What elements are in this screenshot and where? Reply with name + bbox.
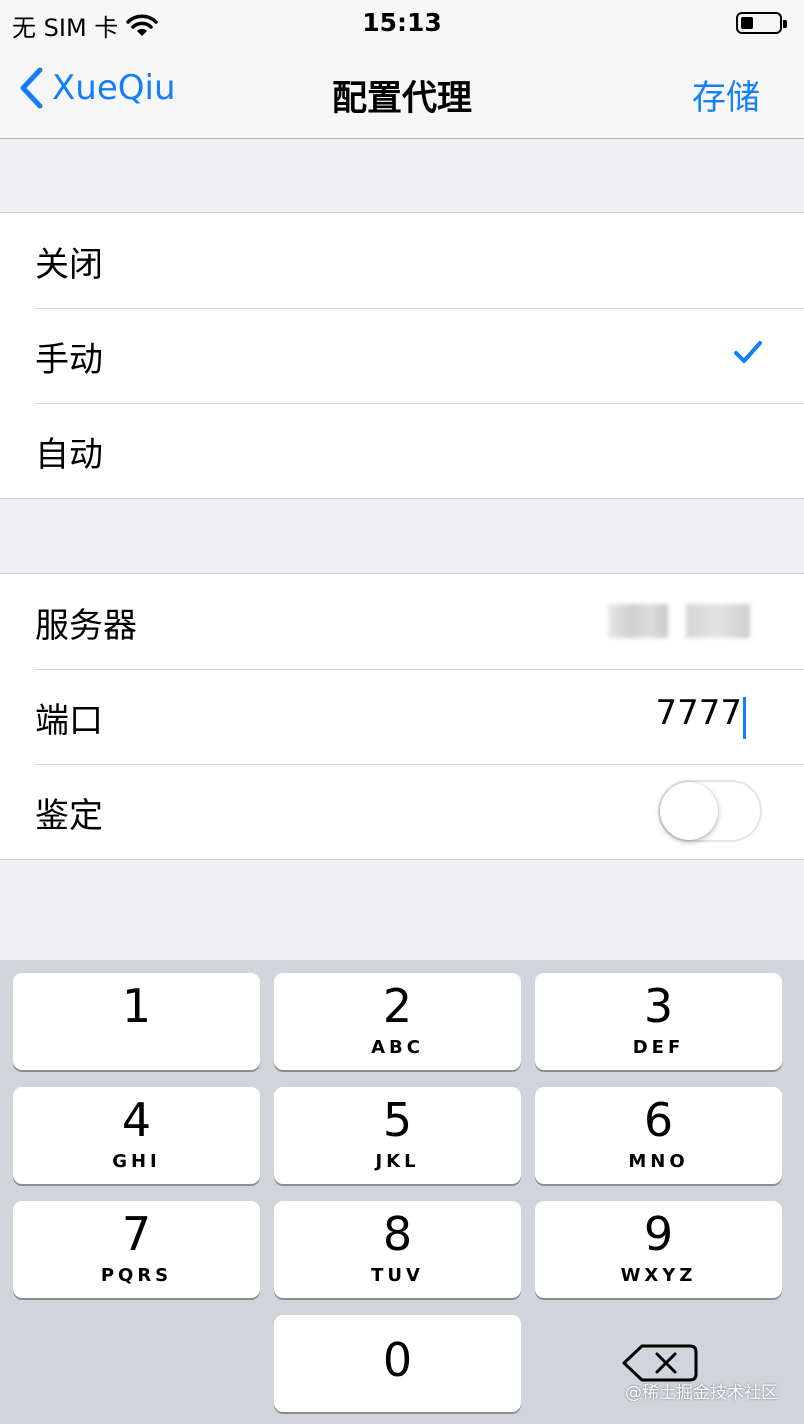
checkmark-icon [734, 341, 762, 363]
key-letters: JKL [375, 1151, 420, 1172]
page-title: 配置代理 [331, 79, 472, 119]
proxy-settings-group: 服务器 端口 7777 鉴定 [0, 573, 804, 860]
mode-option-manual[interactable]: 手动 [0, 308, 804, 403]
save-button[interactable]: 存储 [692, 70, 760, 119]
key-digit: 1 [121, 979, 152, 1033]
server-label: 服务器 [35, 606, 137, 646]
toggle-knob [660, 782, 718, 840]
key-digit: 5 [382, 1093, 413, 1147]
server-row[interactable]: 服务器 [0, 574, 804, 669]
key-digit: 4 [121, 1093, 152, 1147]
status-bar: 无 SIM 卡 15:13 [0, 0, 804, 50]
key-digit: 0 [382, 1333, 413, 1387]
key-digit: 2 [382, 979, 413, 1033]
port-label: 端口 [35, 701, 103, 741]
key-letters: DEF [632, 1037, 685, 1058]
watermark-text: @稀土掘金技术社区 [625, 1383, 778, 1403]
numeric-keyboard: 1 2 ABC 3 DEF 4 GHI 5 JKL 6 MNO 7 PQRS 8… [0, 960, 804, 1424]
key-6[interactable]: 6 MNO [535, 1087, 782, 1184]
key-letters: TUV [371, 1265, 424, 1286]
key-7[interactable]: 7 PQRS [13, 1201, 260, 1298]
key-letters: ABC [371, 1037, 424, 1058]
key-4[interactable]: 4 GHI [13, 1087, 260, 1184]
key-letters: PQRS [100, 1265, 173, 1286]
auth-row: 鉴定 [0, 764, 804, 859]
key-0[interactable]: 0 [274, 1315, 521, 1412]
battery-icon [736, 12, 787, 34]
key-digit: 9 [643, 1207, 674, 1261]
mode-option-label: 手动 [35, 340, 103, 380]
auth-toggle[interactable] [658, 780, 762, 842]
key-2[interactable]: 2 ABC [274, 973, 521, 1070]
mode-option-label: 自动 [35, 435, 103, 475]
key-5[interactable]: 5 JKL [274, 1087, 521, 1184]
key-8[interactable]: 8 TUV [274, 1201, 521, 1298]
key-letters: WXYZ [620, 1265, 697, 1286]
text-cursor [743, 697, 746, 739]
server-value-redacted[interactable] [608, 604, 758, 638]
status-time: 15:13 [362, 8, 442, 37]
port-input[interactable]: 7777 [655, 693, 742, 733]
key-9[interactable]: 9 WXYZ [535, 1201, 782, 1298]
key-digit: 8 [382, 1207, 413, 1261]
key-1[interactable]: 1 [13, 973, 260, 1070]
key-letters: MNO [628, 1151, 689, 1172]
mode-option-label: 关闭 [35, 245, 103, 285]
key-digit: 7 [121, 1207, 152, 1261]
mode-option-auto[interactable]: 自动 [0, 403, 804, 498]
key-digit: 3 [643, 979, 674, 1033]
auth-label: 鉴定 [35, 796, 103, 836]
navigation-bar: XueQiu 配置代理 存储 [0, 50, 804, 139]
key-digit: 6 [643, 1093, 674, 1147]
key-letters: GHI [112, 1151, 161, 1172]
mode-option-off[interactable]: 关闭 [0, 213, 804, 308]
key-3[interactable]: 3 DEF [535, 973, 782, 1070]
proxy-mode-group: 关闭 手动 自动 [0, 212, 804, 499]
port-row[interactable]: 端口 7777 [0, 669, 804, 764]
